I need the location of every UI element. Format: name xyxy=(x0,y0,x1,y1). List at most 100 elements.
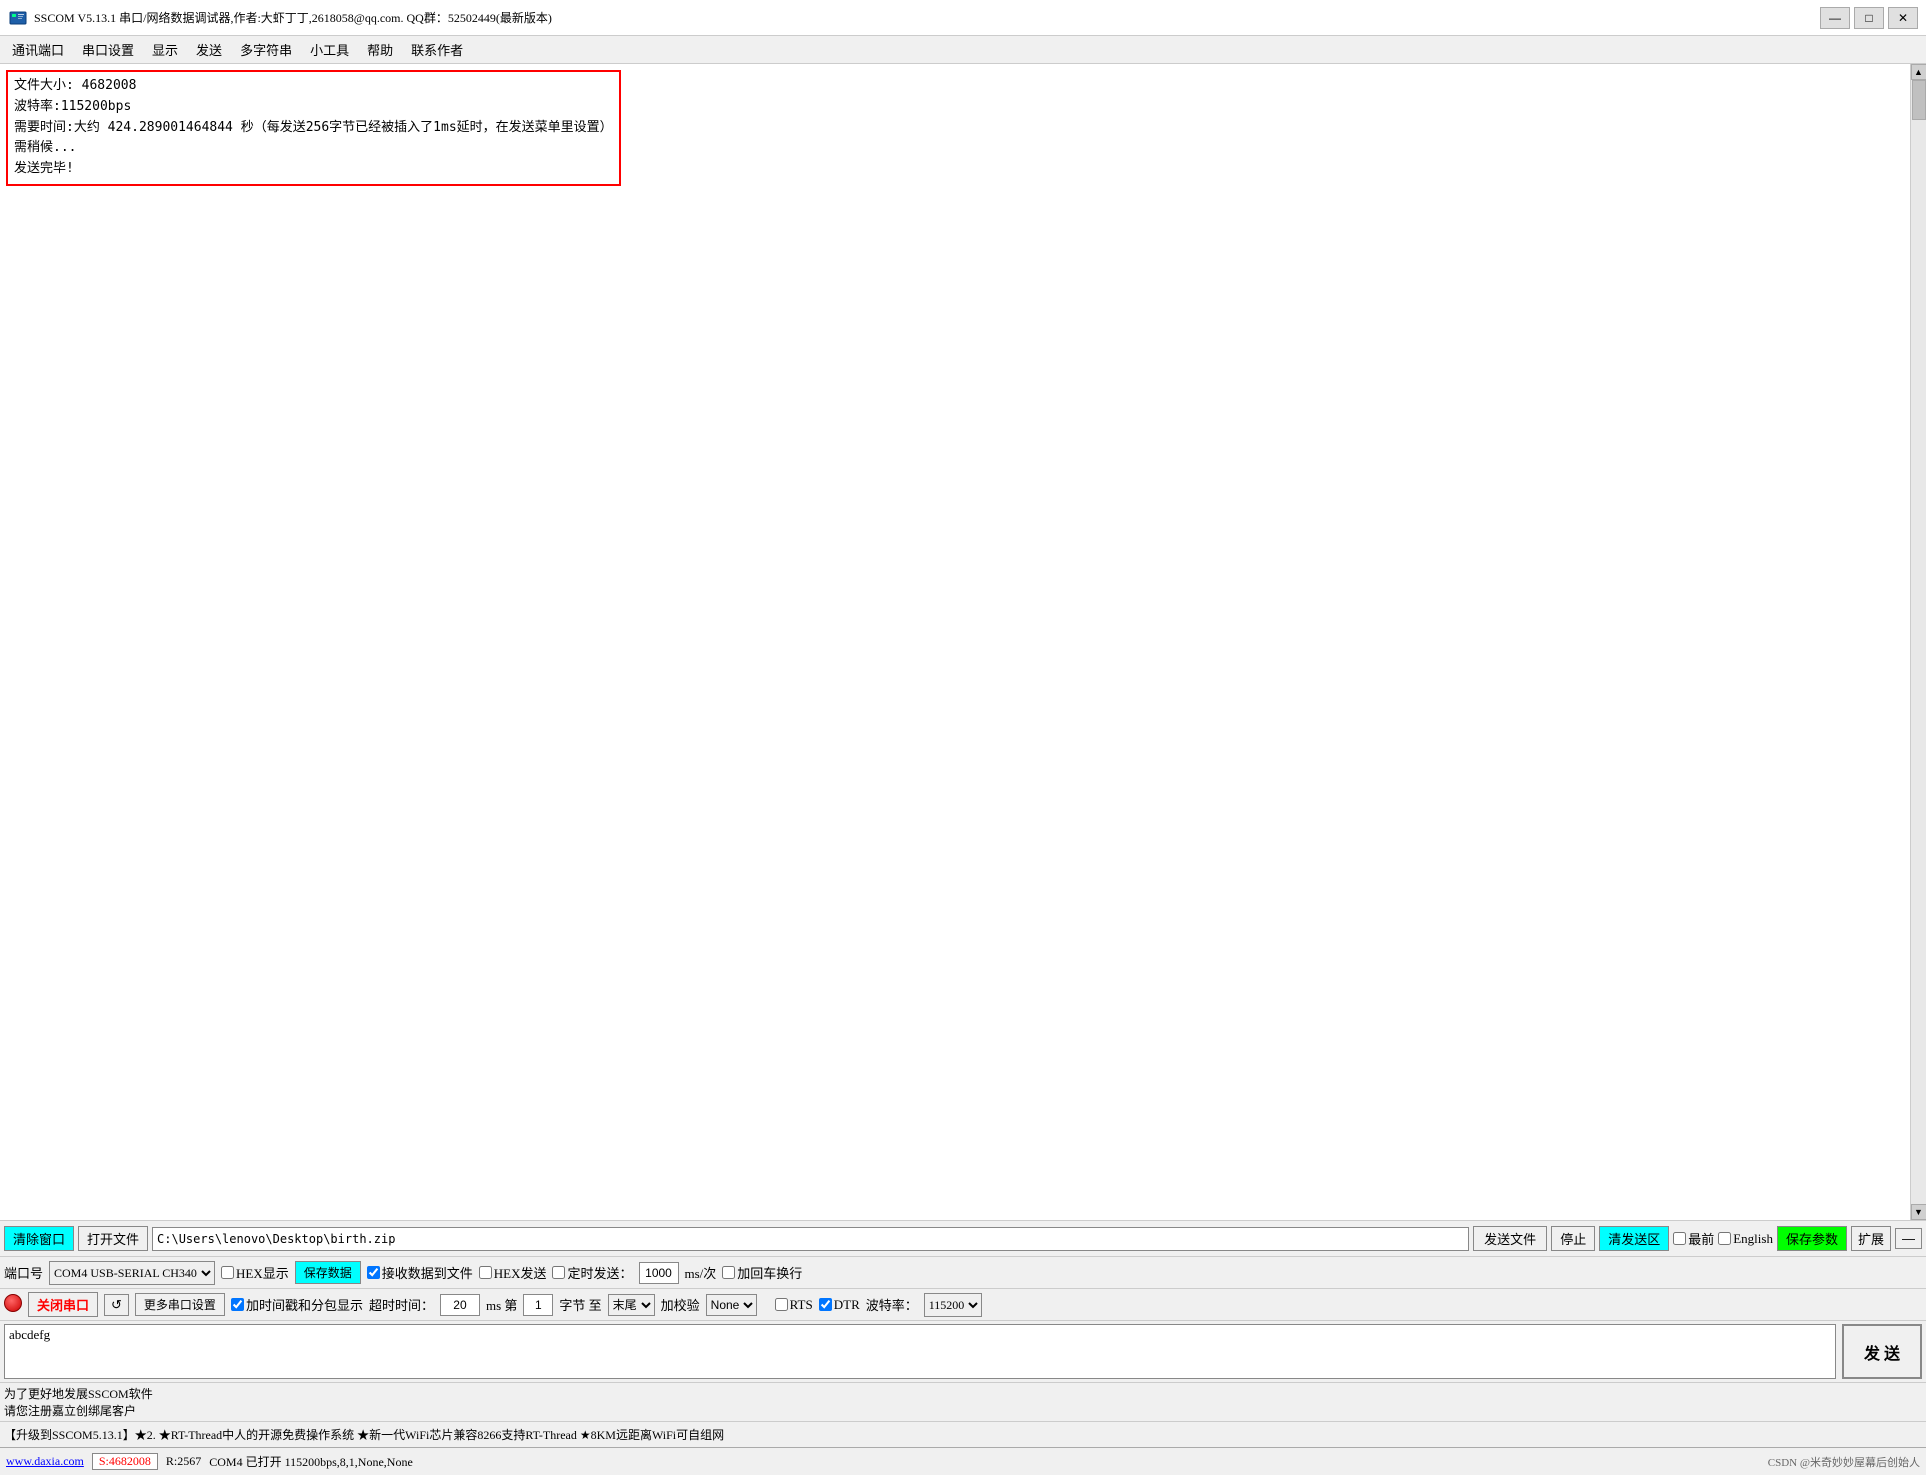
timeout-unit: ms 第 xyxy=(486,1295,517,1314)
title-bar-controls: — □ ✕ xyxy=(1820,7,1918,29)
red-status-dot xyxy=(4,1294,22,1316)
dtr-text: DTR xyxy=(834,1297,860,1313)
english-checkbox-label[interactable]: English xyxy=(1718,1231,1773,1247)
timed-send-unit: ms/次 xyxy=(685,1263,717,1282)
log-area: 文件大小: 4682008 波特率:115200bps 需要时间:大约 424.… xyxy=(0,64,1926,1220)
close-button[interactable]: ✕ xyxy=(1888,7,1918,29)
send-count-badge: S:4682008 xyxy=(92,1453,158,1470)
log-scrollbar: ▲ ▼ xyxy=(1910,64,1926,1220)
minimize-button[interactable]: — xyxy=(1820,7,1850,29)
menu-help[interactable]: 帮助 xyxy=(359,38,401,61)
carriage-return-label[interactable]: 加回车换行 xyxy=(722,1263,802,1282)
add-timestamp-checkbox[interactable] xyxy=(231,1298,244,1311)
save-params-button[interactable]: 保存参数 xyxy=(1777,1226,1847,1251)
rts-checkbox[interactable] xyxy=(775,1298,788,1311)
send-textarea[interactable]: abcdefg xyxy=(4,1324,1836,1379)
receive-to-file-label[interactable]: 接收数据到文件 xyxy=(367,1263,473,1282)
scrollbar-down-button[interactable]: ▼ xyxy=(1911,1204,1926,1220)
menu-tools[interactable]: 小工具 xyxy=(302,38,357,61)
scrollbar-thumb[interactable] xyxy=(1912,80,1926,120)
save-data-button[interactable]: 保存数据 xyxy=(295,1261,361,1284)
timeout-input[interactable] xyxy=(440,1294,480,1316)
menu-multistring[interactable]: 多字符串 xyxy=(232,38,300,61)
receive-count-text: R:2567 xyxy=(166,1454,201,1469)
carriage-return-checkbox[interactable] xyxy=(722,1266,735,1279)
baud-label: 波特率： xyxy=(866,1295,918,1314)
menu-bar: 通讯端口 串口设置 显示 发送 多字符串 小工具 帮助 联系作者 xyxy=(0,36,1926,64)
close-port-button[interactable]: 关闭串口 xyxy=(28,1292,98,1317)
ticker-row: 【升级到SSCOM5.13.1】★2. ★RT-Thread中人的开源免费操作系… xyxy=(0,1421,1926,1447)
website-link[interactable]: www.daxia.com xyxy=(6,1454,84,1469)
menu-send[interactable]: 发送 xyxy=(188,38,230,61)
promo-text: 为了更好地发展SSCOM软件请您注册嘉立创绑尾客户 xyxy=(4,1385,153,1419)
expand-button[interactable]: 扩展 xyxy=(1851,1226,1891,1251)
checksum-label: 加校验 xyxy=(661,1295,700,1314)
carriage-return-text: 加回车换行 xyxy=(737,1263,802,1282)
menu-comm-port[interactable]: 通讯端口 xyxy=(4,38,72,61)
menu-contact[interactable]: 联系作者 xyxy=(403,38,471,61)
hex-display-text: HEX显示 xyxy=(236,1263,289,1282)
log-line-4: 需稍候... xyxy=(14,138,613,159)
refresh-button[interactable]: ↺ xyxy=(104,1294,129,1316)
main-area: 文件大小: 4682008 波特率:115200bps 需要时间:大约 424.… xyxy=(0,64,1926,1447)
promo-row: 为了更好地发展SSCOM软件请您注册嘉立创绑尾客户 xyxy=(0,1383,1926,1421)
add-timestamp-text: 加时间戳和分包显示 xyxy=(246,1295,363,1314)
log-line-1: 文件大小: 4682008 xyxy=(14,76,613,97)
status-bar: www.daxia.com S:4682008 R:2567 COM4 已打开 … xyxy=(0,1447,1926,1475)
baud-select[interactable]: 115200 9600 57600 38400 19200 xyxy=(924,1293,982,1317)
checksum-select[interactable]: None xyxy=(706,1294,757,1316)
dtr-checkbox[interactable] xyxy=(819,1298,832,1311)
more-settings-button[interactable]: 更多串口设置 xyxy=(135,1293,225,1316)
send-file-button[interactable]: 发送文件 xyxy=(1473,1226,1547,1251)
minus-button[interactable]: — xyxy=(1895,1228,1922,1249)
log-line-3: 需要时间:大约 424.289001464844 秒（每发送256字节已经被插入… xyxy=(14,118,613,139)
byte-to-select[interactable]: 末尾 xyxy=(608,1294,655,1316)
hex-send-text: HEX发送 xyxy=(494,1263,547,1282)
timed-send-checkbox[interactable] xyxy=(552,1266,565,1279)
scrollbar-up-button[interactable]: ▲ xyxy=(1911,64,1926,80)
timed-send-text: 定时发送： xyxy=(567,1263,632,1282)
scrollbar-track[interactable] xyxy=(1911,80,1926,1204)
port-info-text: COM4 已打开 115200bps,8,1,None,None xyxy=(209,1453,413,1470)
rts-text: RTS xyxy=(790,1297,813,1313)
control-row: 关闭串口 ↺ 更多串口设置 加时间戳和分包显示 超时时间： ms 第 字节 至 … xyxy=(0,1289,1926,1321)
timed-send-input[interactable] xyxy=(639,1262,679,1284)
window-title: SSCOM V5.13.1 串口/网络数据调试器,作者:大虾丁丁,2618058… xyxy=(34,9,552,26)
rts-checkbox-group: RTS xyxy=(775,1297,813,1313)
stop-button[interactable]: 停止 xyxy=(1551,1226,1595,1251)
timed-send-label[interactable]: 定时发送： xyxy=(552,1263,632,1282)
log-highlighted-box: 文件大小: 4682008 波特率:115200bps 需要时间:大约 424.… xyxy=(6,70,621,186)
hex-display-label[interactable]: HEX显示 xyxy=(221,1263,289,1282)
rts-label[interactable]: RTS xyxy=(775,1297,813,1313)
clear-send-button[interactable]: 清发送区 xyxy=(1599,1226,1669,1251)
menu-port-settings[interactable]: 串口设置 xyxy=(74,38,142,61)
restore-button[interactable]: □ xyxy=(1854,7,1884,29)
log-line-2: 波特率:115200bps xyxy=(14,97,613,118)
last-checkbox-label[interactable]: 最前 xyxy=(1673,1229,1714,1248)
hex-send-checkbox[interactable] xyxy=(479,1266,492,1279)
last-checkbox[interactable] xyxy=(1673,1232,1686,1245)
hex-display-checkbox[interactable] xyxy=(221,1266,234,1279)
send-file-row: 清除窗口 打开文件 发送文件 停止 清发送区 最前 English 保存参数 扩… xyxy=(0,1221,1926,1257)
port-select[interactable]: COM4 USB-SERIAL CH340 xyxy=(49,1261,215,1285)
add-timestamp-label[interactable]: 加时间戳和分包显示 xyxy=(231,1295,363,1314)
receive-to-file-checkbox[interactable] xyxy=(367,1266,380,1279)
send-main-button[interactable]: 发 送 xyxy=(1842,1324,1922,1379)
menu-display[interactable]: 显示 xyxy=(144,38,186,61)
dtr-label[interactable]: DTR xyxy=(819,1297,860,1313)
bottom-area: 清除窗口 打开文件 发送文件 停止 清发送区 最前 English 保存参数 扩… xyxy=(0,1220,1926,1447)
file-path-input[interactable] xyxy=(152,1227,1469,1251)
com-row: 端口号 COM4 USB-SERIAL CH340 HEX显示 保存数据 接收数… xyxy=(0,1257,1926,1289)
byte-label: 字节 至 xyxy=(559,1295,601,1314)
credit-text: CSDN @米奇妙妙屋幕后创始人 xyxy=(1768,1454,1920,1470)
clear-window-button[interactable]: 清除窗口 xyxy=(4,1226,74,1251)
byte-from-input[interactable] xyxy=(523,1294,553,1316)
ticker-text: 【升级到SSCOM5.13.1】★2. ★RT-Thread中人的开源免费操作系… xyxy=(4,1426,724,1443)
log-content[interactable]: 文件大小: 4682008 波特率:115200bps 需要时间:大约 424.… xyxy=(0,64,1910,1220)
send-row: abcdefg 发 送 xyxy=(0,1321,1926,1383)
hex-send-label[interactable]: HEX发送 xyxy=(479,1263,547,1282)
english-checkbox[interactable] xyxy=(1718,1232,1731,1245)
port-label: 端口号 xyxy=(4,1263,43,1282)
open-file-button[interactable]: 打开文件 xyxy=(78,1226,148,1251)
log-line-5: 发送完毕! xyxy=(14,159,613,180)
